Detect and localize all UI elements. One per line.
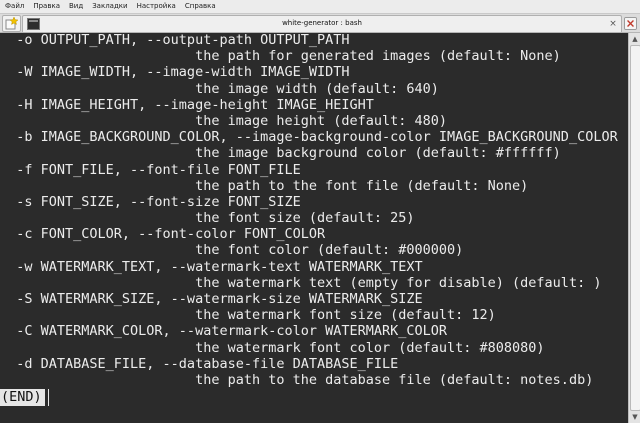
terminal-output: -o OUTPUT_PATH, --output-path OUTPUT_PAT… — [0, 33, 628, 388]
terminal-line: -b IMAGE_BACKGROUND_COLOR, --image-backg… — [0, 129, 618, 146]
menu-help[interactable]: Справка — [181, 0, 221, 13]
terminal-line: -s FONT_SIZE, --font-size FONT_SIZE — [0, 193, 301, 210]
scroll-down-icon[interactable]: ▼ — [630, 412, 640, 422]
pager-end-prompt: (END) — [0, 389, 45, 406]
terminal-line: the watermark text (empty for disable) (… — [0, 274, 602, 291]
terminal-line: the path for generated images (default: … — [0, 48, 561, 65]
scroll-thumb[interactable] — [630, 45, 640, 411]
terminal-line: the watermark font size (default: 12) — [0, 307, 496, 324]
terminal-line: -w WATERMARK_TEXT, --watermark-text WATE… — [0, 258, 423, 275]
terminal-line: -H IMAGE_HEIGHT, --image-height IMAGE_HE… — [0, 96, 374, 113]
terminal-line: -d DATABASE_FILE, --database-file DATABA… — [0, 355, 399, 372]
terminal-line: -S WATERMARK_SIZE, --watermark-size WATE… — [0, 291, 423, 307]
menu-edit[interactable]: Правка — [29, 0, 65, 13]
menu-bar: Файл Правка Вид Закладки Настройка Справ… — [0, 0, 640, 14]
menu-settings[interactable]: Настройка — [133, 0, 181, 13]
terminal-line: the path to the font file (default: None… — [0, 177, 529, 194]
menu-bookmarks[interactable]: Закладки — [88, 0, 132, 13]
scroll-up-icon[interactable]: ▲ — [630, 34, 640, 44]
window-close-icon[interactable] — [624, 17, 637, 30]
tab-bash[interactable]: white-generator : bash × — [22, 15, 622, 32]
new-tab-button[interactable] — [2, 15, 21, 32]
menu-file[interactable]: Файл — [0, 0, 29, 13]
tab-close-icon[interactable]: × — [608, 19, 618, 29]
terminal-line: -f FONT_FILE, --font-file FONT_FILE — [0, 161, 301, 178]
terminal-view[interactable]: -o OUTPUT_PATH, --output-path OUTPUT_PAT… — [0, 33, 628, 423]
text-cursor — [48, 389, 49, 406]
terminal-line: the watermark font color (default: #8080… — [0, 339, 545, 356]
tab-bar: white-generator : bash × — [0, 14, 640, 33]
terminal-line: the font color (default: #000000) — [0, 242, 464, 259]
terminal-line: the image background color (default: #ff… — [0, 145, 561, 162]
terminal-line: -c FONT_COLOR, --font-color FONT_COLOR — [0, 226, 326, 243]
tab-title: white-generator : bash — [282, 19, 362, 27]
vertical-scrollbar[interactable]: ▲ ▼ — [628, 33, 640, 423]
terminal-line: the font size (default: 25) — [0, 210, 415, 227]
terminal-line: -W IMAGE_WIDTH, --image-width IMAGE_WIDT… — [0, 64, 350, 81]
terminal-line: the image height (default: 480) — [0, 112, 448, 129]
menu-view[interactable]: Вид — [65, 0, 88, 13]
new-tab-icon — [5, 17, 18, 30]
terminal-line: the path to the database file (default: … — [0, 371, 594, 388]
terminal-line: -C WATERMARK_COLOR, --watermark-color WA… — [0, 323, 448, 340]
terminal-line: -o OUTPUT_PATH, --output-path OUTPUT_PAT… — [0, 33, 350, 48]
terminal-line: the image width (default: 640) — [0, 80, 439, 97]
